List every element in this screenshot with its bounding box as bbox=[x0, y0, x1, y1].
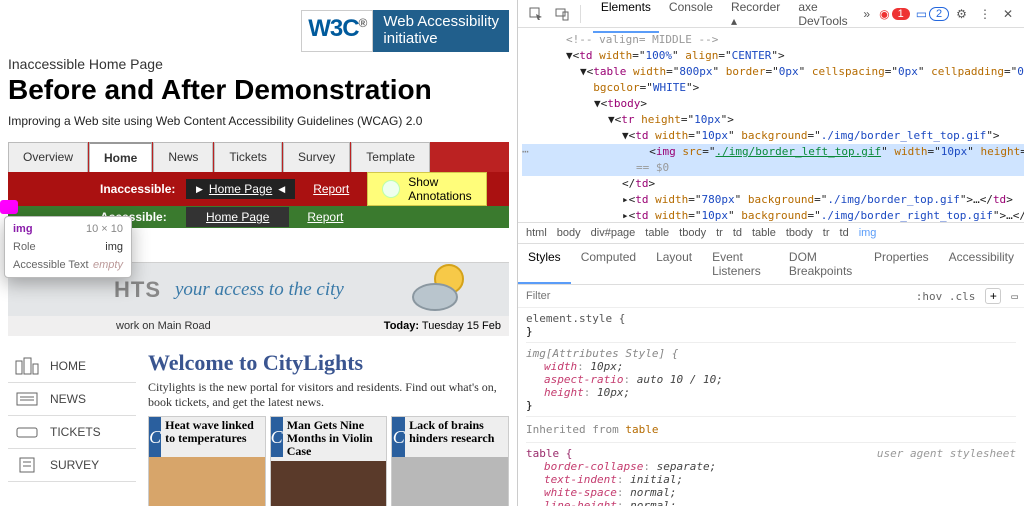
devtools-panel: Elements Console Recorder ▴ axe DevTools… bbox=[517, 0, 1024, 506]
triangle-left-icon: ◀ bbox=[278, 184, 285, 195]
rendered-page: W3C® Web Accessibilityinitiative Inacces… bbox=[0, 0, 517, 506]
styles-tab-accessibility[interactable]: Accessibility bbox=[939, 244, 1024, 284]
side-nav: HOME NEWS TICKETS SURVEY bbox=[8, 350, 136, 506]
styles-rules[interactable]: element.style { } img[Attributes Style] … bbox=[518, 308, 1024, 506]
inspect-tooltip: img10 × 10 Roleimg Accessible Textempty bbox=[4, 216, 132, 278]
inaccessible-row: Inaccessible: ▶Home Page◀ Report ShowAnn… bbox=[8, 172, 509, 206]
newspaper-icon bbox=[14, 389, 40, 409]
welcome-text: Citylights is the new portal for visitor… bbox=[148, 380, 509, 410]
error-badge[interactable]: 1 bbox=[892, 8, 910, 20]
sidebar-item-tickets[interactable]: TICKETS bbox=[8, 416, 136, 449]
styles-tab-breakpoints[interactable]: DOM Breakpoints bbox=[779, 244, 864, 284]
new-style-rule-button[interactable]: + bbox=[985, 288, 1001, 304]
styles-tab-layout[interactable]: Layout bbox=[646, 244, 702, 284]
kebab-icon[interactable]: ⋮ bbox=[974, 4, 996, 24]
news-card[interactable]: CLack of brains hinders research bbox=[391, 416, 509, 506]
styles-tab-styles[interactable]: Styles bbox=[518, 244, 571, 284]
home-page-inaccessible[interactable]: ▶Home Page◀ bbox=[186, 179, 295, 199]
demo-tabs: Overview Home News Tickets Survey Templa… bbox=[8, 142, 509, 172]
annotation-icon bbox=[382, 180, 400, 198]
dom-breadcrumbs[interactable]: htmlbodydiv#pagetabletbodytrtdtabletbody… bbox=[518, 222, 1024, 244]
close-icon[interactable]: ✕ bbox=[998, 4, 1018, 24]
show-annotations-button[interactable]: ShowAnnotations bbox=[367, 172, 486, 206]
tab-survey[interactable]: Survey bbox=[283, 142, 350, 172]
styles-tabs: Styles Computed Layout Event Listeners D… bbox=[518, 244, 1024, 285]
issues-badge[interactable]: 2 bbox=[929, 7, 949, 21]
card-image bbox=[392, 457, 508, 506]
today-row: work on Main Road Today: Tuesday 15 Feb bbox=[8, 316, 509, 336]
page-title: Before and After Demonstration bbox=[8, 74, 509, 106]
styles-tab-listeners[interactable]: Event Listeners bbox=[702, 244, 779, 284]
triangle-right-icon: ▶ bbox=[196, 184, 203, 195]
welcome-heading: Welcome to CityLights bbox=[148, 350, 509, 376]
inaccessible-label: Inaccessible Home Page bbox=[8, 56, 509, 72]
report-link-accessible[interactable]: Report bbox=[289, 207, 361, 227]
clipboard-icon bbox=[14, 455, 40, 475]
device-toolbar-icon[interactable] bbox=[550, 4, 574, 24]
styles-pane-icon[interactable]: ▭ bbox=[1005, 290, 1024, 303]
report-link-inaccessible[interactable]: Report bbox=[295, 179, 367, 199]
devtools-toolbar: Elements Console Recorder ▴ axe DevTools… bbox=[518, 0, 1024, 28]
ticket-icon bbox=[14, 422, 40, 442]
weather-icon bbox=[405, 257, 475, 317]
inspect-element-icon[interactable] bbox=[524, 4, 548, 24]
sidebar-item-survey[interactable]: SURVEY bbox=[8, 449, 136, 482]
tab-news[interactable]: News bbox=[153, 142, 213, 172]
tab-home[interactable]: Home bbox=[89, 142, 152, 172]
card-image bbox=[271, 461, 387, 506]
tab-template[interactable]: Template bbox=[351, 142, 430, 172]
styles-filter-input[interactable] bbox=[518, 285, 910, 307]
w3c-wai-logo: W3C® Web Accessibilityinitiative bbox=[301, 10, 509, 52]
styles-tab-computed[interactable]: Computed bbox=[571, 244, 646, 284]
home-page-accessible[interactable]: Home Page bbox=[186, 207, 289, 227]
tab-overview[interactable]: Overview bbox=[8, 142, 88, 172]
news-card[interactable]: CMan Gets Nine Months in Violin Case bbox=[270, 416, 388, 506]
tabs-overflow-icon[interactable]: » bbox=[858, 4, 875, 24]
gear-icon[interactable]: ⚙ bbox=[951, 4, 972, 24]
buildings-icon bbox=[14, 356, 40, 376]
hov-cls-toggles[interactable]: :hov .cls bbox=[910, 290, 982, 303]
inspect-hover-overlay bbox=[0, 200, 18, 214]
selected-dom-node[interactable]: ⋯ <img src="./img/border_left_top.gif" w… bbox=[522, 144, 1024, 160]
card-image bbox=[149, 457, 265, 506]
sidebar-item-home[interactable]: HOME bbox=[8, 350, 136, 383]
styles-tab-properties[interactable]: Properties bbox=[864, 244, 939, 284]
tab-tickets[interactable]: Tickets bbox=[214, 142, 282, 172]
news-card[interactable]: CHeat wave linked to temperatures bbox=[148, 416, 266, 506]
dom-tree[interactable]: <!-- valign= MIDDLE --> ▼<td width="100%… bbox=[518, 28, 1024, 222]
sidebar-item-news[interactable]: NEWS bbox=[8, 383, 136, 416]
page-subtitle: Improving a Web site using Web Content A… bbox=[8, 114, 509, 128]
